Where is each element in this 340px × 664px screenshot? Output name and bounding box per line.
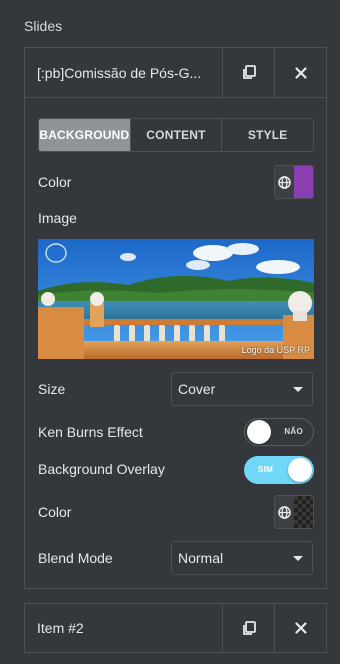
transparent-color-swatch[interactable] <box>294 496 313 528</box>
slide-tabs: BACKGROUND CONTENT STYLE <box>38 118 314 152</box>
blend-mode-select[interactable]: Normal <box>171 541 313 575</box>
slide-item-1-header[interactable]: [:pb]Comissão de Pós-G... <box>25 48 326 98</box>
image-label: Image <box>38 210 77 226</box>
globe-icon <box>278 505 291 519</box>
copy-icon <box>242 65 256 79</box>
chevron-down-icon <box>293 556 303 561</box>
tab-style[interactable]: STYLE <box>221 119 313 151</box>
landscape-image <box>38 239 314 359</box>
close-icon <box>294 622 307 634</box>
globe-icon <box>278 175 291 189</box>
switch-knob <box>288 458 312 482</box>
slides-section-title: Slides <box>24 18 63 34</box>
color-label: Color <box>38 174 72 190</box>
background-color-control <box>274 165 314 199</box>
global-color-button[interactable] <box>275 496 294 528</box>
background-overlay-label: Background Overlay <box>38 461 165 477</box>
overlay-color-label: Color <box>38 504 72 520</box>
duplicate-slide-2-button[interactable] <box>222 604 274 652</box>
ken-burns-switch[interactable]: NÃO <box>244 418 314 446</box>
close-icon <box>294 66 307 79</box>
size-select-value: Cover <box>178 381 216 397</box>
blend-mode-select-value: Normal <box>178 550 224 566</box>
remove-slide-2-button[interactable] <box>274 604 326 652</box>
image-watermark: Logo da USP RP <box>241 345 310 355</box>
slide-item-2-title[interactable]: Item #2 <box>25 604 222 652</box>
copy-icon <box>242 620 256 635</box>
tab-background[interactable]: BACKGROUND <box>39 119 130 151</box>
global-color-button[interactable] <box>275 166 294 198</box>
switch-knob <box>247 420 271 444</box>
background-overlay-switch[interactable]: SIM <box>244 456 314 484</box>
chevron-down-icon <box>293 387 303 392</box>
size-label: Size <box>38 381 66 397</box>
blend-mode-label: Blend Mode <box>38 550 113 566</box>
slide-item-2: Item #2 <box>24 603 327 653</box>
slide-item-2-header[interactable]: Item #2 <box>25 604 326 652</box>
tab-content[interactable]: CONTENT <box>129 119 222 151</box>
slide-item-1-title[interactable]: [:pb]Comissão de Pós-G... <box>25 48 222 97</box>
overlay-switch-text: SIM <box>258 465 274 474</box>
color-swatch[interactable] <box>294 166 313 198</box>
size-select[interactable]: Cover <box>171 372 313 406</box>
background-image-preview[interactable]: Logo da USP RP <box>38 239 314 359</box>
duplicate-slide-1-button[interactable] <box>222 48 274 97</box>
remove-slide-1-button[interactable] <box>274 48 326 97</box>
slide-item-1: [:pb]Comissão de Pós-G... BACKGROUND CON… <box>24 47 327 589</box>
ken-burns-label: Ken Burns Effect <box>38 424 143 440</box>
ken-burns-switch-text: NÃO <box>284 427 303 436</box>
overlay-color-control <box>274 495 314 529</box>
